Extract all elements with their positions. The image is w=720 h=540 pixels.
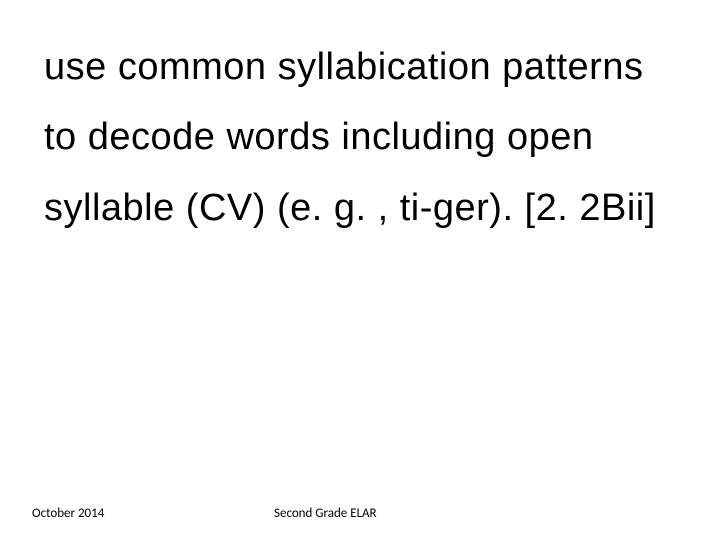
footer-date: October 2014 xyxy=(32,506,104,521)
body-text: use common syllabication patterns to dec… xyxy=(44,32,680,243)
slide: use common syllabication patterns to dec… xyxy=(0,0,720,540)
footer-label: Second Grade ELAR xyxy=(274,506,377,521)
